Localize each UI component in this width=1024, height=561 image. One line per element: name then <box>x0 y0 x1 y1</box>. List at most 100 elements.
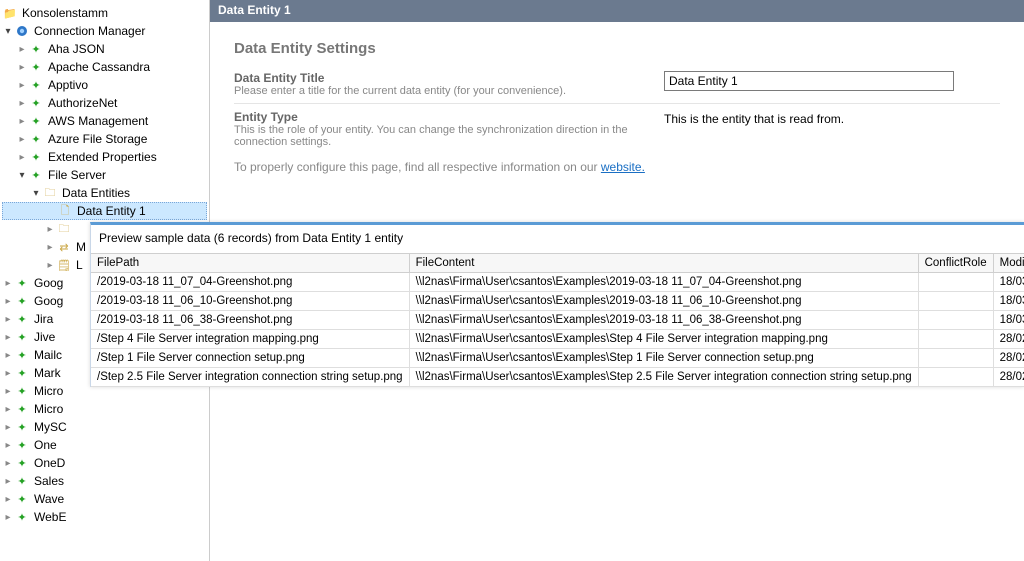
table-row[interactable]: /Step 2.5 File Server integration connec… <box>91 368 1024 387</box>
tree-conn-mgr[interactable]: ▾ Connection Manager <box>2 22 207 40</box>
connection-manager-icon <box>14 23 30 39</box>
table-cell <box>918 273 993 292</box>
tree-connector-item[interactable]: ▸✦OneD <box>2 454 207 472</box>
title-label: Data Entity Title <box>234 71 664 85</box>
tree-connector-item[interactable]: ▸✦Wave <box>2 490 207 508</box>
chevron-right-icon[interactable]: ▸ <box>16 62 28 73</box>
tree-data-entities-label: Data Entities <box>60 186 130 200</box>
tree-root-label: Konsolenstamm <box>20 6 108 20</box>
chevron-right-icon[interactable]: ▸ <box>2 458 14 469</box>
log-icon: 🗒 <box>56 257 72 273</box>
tree-connector-item[interactable]: ▸✦WebE <box>2 508 207 526</box>
connector-icon: ✦ <box>28 95 44 111</box>
tree-item-label: WebE <box>32 510 66 524</box>
chevron-right-icon[interactable]: ▸ <box>44 242 56 253</box>
title-input[interactable] <box>664 71 954 91</box>
table-cell: \\l2nas\Firma\User\csantos\Examples\Step… <box>409 349 918 368</box>
chevron-down-icon[interactable]: ▾ <box>16 170 28 181</box>
table-cell <box>918 311 993 330</box>
tree-connector-item[interactable]: ▸✦One <box>2 436 207 454</box>
table-row[interactable]: /2019-03-18 11_06_38-Greenshot.png\\l2na… <box>91 311 1024 330</box>
tree-data-entities[interactable]: ▾ 🗀 Data Entities <box>2 184 207 202</box>
settings-panel: Data Entity Settings Data Entity Title P… <box>210 22 1024 182</box>
tree-connector-item[interactable]: ▸✦Extended Properties <box>2 148 207 166</box>
table-row[interactable]: /2019-03-18 11_06_10-Greenshot.png\\l2na… <box>91 292 1024 311</box>
connector-icon: ✦ <box>14 491 30 507</box>
chevron-right-icon[interactable]: ▸ <box>16 116 28 127</box>
tree-item-label: Extended Properties <box>46 150 157 164</box>
tree-connector-item[interactable]: ▸✦AWS Management <box>2 112 207 130</box>
chevron-right-icon[interactable]: ▸ <box>16 44 28 55</box>
tree-connector-item[interactable]: ▸✦Sales <box>2 472 207 490</box>
chevron-right-icon[interactable]: ▸ <box>2 386 14 397</box>
preview-dialog: Preview sample data (6 records) from Dat… <box>90 222 1024 387</box>
chevron-right-icon[interactable]: ▸ <box>2 278 14 289</box>
tree-item-label: OneD <box>32 456 65 470</box>
table-cell <box>918 330 993 349</box>
table-cell: /2019-03-18 11_06_10-Greenshot.png <box>91 292 409 311</box>
tree-item-label: Micro <box>32 384 63 398</box>
folder-icon: 🗀 <box>56 221 72 237</box>
table-cell: \\l2nas\Firma\User\csantos\Examples\2019… <box>409 311 918 330</box>
tree-connector-item[interactable]: ▸✦Apache Cassandra <box>2 58 207 76</box>
chevron-right-icon[interactable]: ▸ <box>2 368 14 379</box>
column-header[interactable]: ConflictRole <box>918 254 993 273</box>
chevron-right-icon[interactable]: ▸ <box>2 494 14 505</box>
tree-connector-item[interactable]: ▸✦AuthorizeNet <box>2 94 207 112</box>
chevron-right-icon[interactable]: ▸ <box>2 314 14 325</box>
tree-connector-item[interactable]: ▸✦Azure File Storage <box>2 130 207 148</box>
chevron-right-icon[interactable]: ▸ <box>16 98 28 109</box>
connector-icon: ✦ <box>28 131 44 147</box>
row-title: Data Entity Title Please enter a title f… <box>234 71 1000 97</box>
chevron-right-icon[interactable]: ▸ <box>2 476 14 487</box>
table-row[interactable]: /Step 1 File Server connection setup.png… <box>91 349 1024 368</box>
table-cell: \\l2nas\Firma\User\csantos\Examples\Step… <box>409 368 918 387</box>
tree-connector-item[interactable]: ▸✦MySC <box>2 418 207 436</box>
chevron-right-icon[interactable]: ▸ <box>44 224 56 235</box>
column-header[interactable]: FileContent <box>409 254 918 273</box>
tree-item-label: Goog <box>32 294 63 308</box>
tree-connector-item[interactable]: ▸✦Apptivo <box>2 76 207 94</box>
chevron-right-icon[interactable]: ▸ <box>2 512 14 523</box>
column-header[interactable]: FilePath <box>91 254 409 273</box>
chevron-right-icon[interactable]: ▸ <box>2 404 14 415</box>
tree-file-server[interactable]: ▾ ✦ File Server <box>2 166 207 184</box>
tree-root[interactable]: 📁 Konsolenstamm <box>2 4 207 22</box>
preview-title: Preview sample data (6 records) from Dat… <box>91 225 1024 253</box>
tree-entity-1[interactable]: 🗋 Data Entity 1 <box>2 202 207 220</box>
chevron-right-icon[interactable]: ▸ <box>16 134 28 145</box>
chevron-down-icon[interactable]: ▾ <box>30 188 42 199</box>
column-header[interactable]: Modified <box>993 254 1024 273</box>
connector-icon: ✦ <box>28 59 44 75</box>
tree-connector-item[interactable]: ▸✦Micro <box>2 400 207 418</box>
tree-item-label: Jive <box>32 330 55 344</box>
chevron-right-icon[interactable]: ▸ <box>2 350 14 361</box>
chevron-right-icon[interactable]: ▸ <box>2 440 14 451</box>
help-link[interactable]: website. <box>601 160 645 174</box>
mapping-icon: ⇄ <box>56 239 72 255</box>
tree-item-label: AWS Management <box>46 114 148 128</box>
folder-icon: 🗀 <box>42 185 58 201</box>
table-cell <box>918 368 993 387</box>
connector-icon: ✦ <box>14 455 30 471</box>
chevron-right-icon[interactable]: ▸ <box>2 296 14 307</box>
chevron-down-icon[interactable]: ▾ <box>2 26 14 37</box>
help-text: To properly configure this page, find al… <box>234 160 1000 174</box>
settings-heading: Data Entity Settings <box>234 40 1000 57</box>
folder-icon: 📁 <box>2 5 18 21</box>
title-desc: Please enter a title for the current dat… <box>234 85 664 97</box>
connector-icon: ✦ <box>14 437 30 453</box>
connector-icon: ✦ <box>28 167 44 183</box>
chevron-right-icon[interactable]: ▸ <box>16 152 28 163</box>
table-row[interactable]: /2019-03-18 11_07_04-Greenshot.png\\l2na… <box>91 273 1024 292</box>
entity-icon: 🗋 <box>57 203 73 219</box>
table-row[interactable]: /Step 4 File Server integration mapping.… <box>91 330 1024 349</box>
tree-connector-item[interactable]: ▸✦Aha JSON <box>2 40 207 58</box>
chevron-right-icon[interactable]: ▸ <box>2 422 14 433</box>
connector-icon: ✦ <box>14 365 30 381</box>
chevron-right-icon[interactable]: ▸ <box>44 260 56 271</box>
tree-item-label: Jira <box>32 312 53 326</box>
type-desc: This is the role of your entity. You can… <box>234 124 664 148</box>
chevron-right-icon[interactable]: ▸ <box>16 80 28 91</box>
chevron-right-icon[interactable]: ▸ <box>2 332 14 343</box>
